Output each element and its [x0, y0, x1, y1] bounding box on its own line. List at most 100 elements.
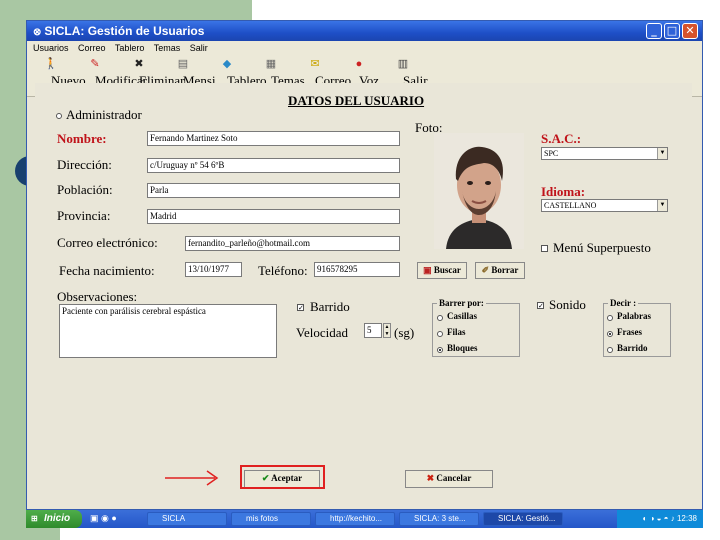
- say-phrases-label: Frases: [617, 327, 642, 337]
- chevron-down-icon[interactable]: ▼: [657, 200, 667, 211]
- language-select-value: CASTELLANO: [544, 201, 597, 210]
- system-tray: ◐ ◑ ◒ ◓ ♪ 12:38: [617, 510, 703, 528]
- cancel-label: Cancelar: [436, 473, 472, 483]
- user-photo: [434, 133, 524, 249]
- speed-unit-label: (sg): [394, 325, 415, 340]
- topics-icon: ▦: [265, 58, 277, 70]
- sac-select[interactable]: SPC ▼: [541, 147, 668, 160]
- quick-launch: ▣ ◉ ●: [90, 513, 117, 524]
- email-label: Correo electrónico:: [57, 235, 158, 250]
- say-words-radio[interactable]: [607, 315, 613, 321]
- delete-user-icon: ✖: [134, 58, 144, 70]
- toolbar-voz-button[interactable]: ● Voz: [341, 57, 379, 88]
- user-photo-image: [434, 133, 524, 249]
- minimize-button[interactable]: _: [646, 23, 662, 39]
- toolbar-salir-button[interactable]: ▥ Salir: [385, 57, 428, 88]
- sweep-by-rows-radio[interactable]: [437, 331, 443, 337]
- birth-date-field[interactable]: 13/10/1977: [185, 262, 242, 277]
- phone-label: Teléfono:: [258, 263, 308, 278]
- start-button[interactable]: ⊞ Inicio: [26, 510, 82, 528]
- browse-icon: ▣: [423, 265, 432, 275]
- board-icon: ◆: [222, 58, 232, 70]
- sweep-checkbox[interactable]: ✓: [297, 304, 304, 312]
- menu-bar: Usuarios Correo Tablero Temas Salir: [27, 41, 702, 55]
- administrator-label: Administrador: [66, 107, 142, 122]
- task-sicla-gestion[interactable]: SICLA: Gestió...: [483, 512, 563, 526]
- windows-logo-icon: ⊞: [31, 514, 38, 523]
- notes-textarea[interactable]: Paciente con parálisis cerebral espástic…: [59, 304, 277, 358]
- menu-usuarios[interactable]: Usuarios: [33, 43, 69, 53]
- sweep-by-rows-label: Filas: [447, 327, 466, 337]
- task-sicla-steps[interactable]: SICLA: 3 ste...: [399, 512, 479, 526]
- window-title: SICLA: Gestión de Usuarios: [44, 24, 205, 38]
- start-label: Inicio: [44, 513, 71, 524]
- tray-icons[interactable]: ◐ ◑ ◒ ◓ ♪: [643, 514, 675, 523]
- cancel-button[interactable]: ✖ Cancelar: [405, 470, 493, 488]
- say-phrases-radio[interactable]: [607, 331, 613, 337]
- clear-photo-button[interactable]: ✐ Borrar: [475, 262, 525, 279]
- sweep-by-cells-label: Casillas: [447, 311, 478, 321]
- menu-temas[interactable]: Temas: [154, 43, 181, 53]
- clear-photo-label: Borrar: [491, 265, 519, 275]
- province-field[interactable]: Madrid: [147, 209, 400, 224]
- desktop-icon[interactable]: ▣: [90, 513, 99, 523]
- browse-photo-label: Buscar: [433, 265, 461, 275]
- pointer-arrow-icon: [165, 470, 219, 486]
- toolbar-eliminar-button[interactable]: ✖ Eliminar: [121, 57, 184, 88]
- name-field[interactable]: Fernando Martinez Soto: [147, 131, 400, 146]
- birth-date-label: Fecha nacimiento:: [59, 263, 155, 278]
- sweep-by-cells-radio[interactable]: [437, 315, 443, 321]
- menu-correo[interactable]: Correo: [78, 43, 106, 53]
- task-mis-fotos[interactable]: mis fotos: [231, 512, 311, 526]
- toolbar-correo-button[interactable]: ✉ Correo: [297, 57, 351, 88]
- town-field[interactable]: Parla: [147, 183, 400, 198]
- phone-field[interactable]: 916578295: [314, 262, 400, 277]
- toolbar-tablero-button[interactable]: ◆ Tablero: [209, 57, 267, 88]
- slide-green-band: [0, 0, 252, 20]
- administrator-radio[interactable]: [56, 113, 62, 119]
- say-words-label: Palabras: [617, 311, 652, 321]
- edit-user-icon: ✎: [90, 58, 100, 70]
- toolbar-mensj-button[interactable]: ▤ Mensj: [165, 57, 216, 88]
- taskbar: ⊞ Inicio ▣ ◉ ● SICLA mis fotos http://ke…: [26, 510, 703, 528]
- title-bar[interactable]: ⊗ SICLA: Gestión de Usuarios _ □ ✕: [27, 21, 702, 41]
- overlay-menu-label: Menú Superpuesto: [553, 240, 651, 255]
- say-sweep-radio[interactable]: [607, 347, 613, 353]
- province-label: Provincia:: [57, 208, 111, 223]
- voice-icon: ●: [355, 58, 363, 70]
- highlight-box: [240, 465, 325, 489]
- overlay-menu-checkbox[interactable]: [541, 245, 548, 252]
- menu-salir[interactable]: Salir: [190, 43, 208, 53]
- app-icon: ⊗: [33, 27, 42, 38]
- media-icon[interactable]: ●: [111, 513, 116, 523]
- address-field[interactable]: c/Uruguay nº 54 6ºB: [147, 158, 400, 173]
- say-sweep-label: Barrido: [617, 343, 648, 353]
- close-button[interactable]: ✕: [682, 23, 698, 39]
- language-select[interactable]: CASTELLANO ▼: [541, 199, 668, 212]
- mail-icon: ✉: [310, 58, 320, 70]
- address-label: Dirección:: [57, 157, 112, 172]
- toolbar-temas-button[interactable]: ▦ Temas: [253, 57, 305, 88]
- say-title: Decir :: [608, 298, 639, 308]
- close-icon: ✖: [426, 473, 435, 483]
- toolbar-modificar-button[interactable]: ✎ Modificar: [77, 57, 147, 88]
- speed-field[interactable]: 5: [364, 323, 382, 338]
- sweep-by-blocks-radio[interactable]: [437, 347, 443, 353]
- sweep-by-title: Barrer por:: [437, 298, 486, 308]
- task-sicla[interactable]: SICLA: [147, 512, 227, 526]
- sweep-by-blocks-label: Bloques: [447, 343, 478, 353]
- sound-checkbox[interactable]: ✓: [537, 302, 544, 310]
- browse-photo-button[interactable]: ▣ Buscar: [417, 262, 467, 279]
- name-label: Nombre:: [57, 131, 107, 146]
- task-browser[interactable]: http://kechito...: [315, 512, 395, 526]
- new-user-icon: 🚶: [44, 58, 58, 70]
- toolbar-nuevo-button[interactable]: 🚶 Nuevo: [33, 57, 86, 88]
- app-window: ⊗ SICLA: Gestión de Usuarios _ □ ✕ Usuari…: [26, 20, 703, 510]
- sac-label: S.A.C.:: [541, 131, 582, 146]
- browser-icon[interactable]: ◉: [101, 513, 109, 523]
- maximize-button[interactable]: □: [664, 23, 680, 39]
- email-field[interactable]: fernandito_parleño@hotmail.com: [185, 236, 400, 251]
- menu-tablero[interactable]: Tablero: [115, 43, 145, 53]
- speed-stepper[interactable]: ▲ ▼: [383, 323, 391, 338]
- chevron-down-icon[interactable]: ▼: [657, 148, 667, 159]
